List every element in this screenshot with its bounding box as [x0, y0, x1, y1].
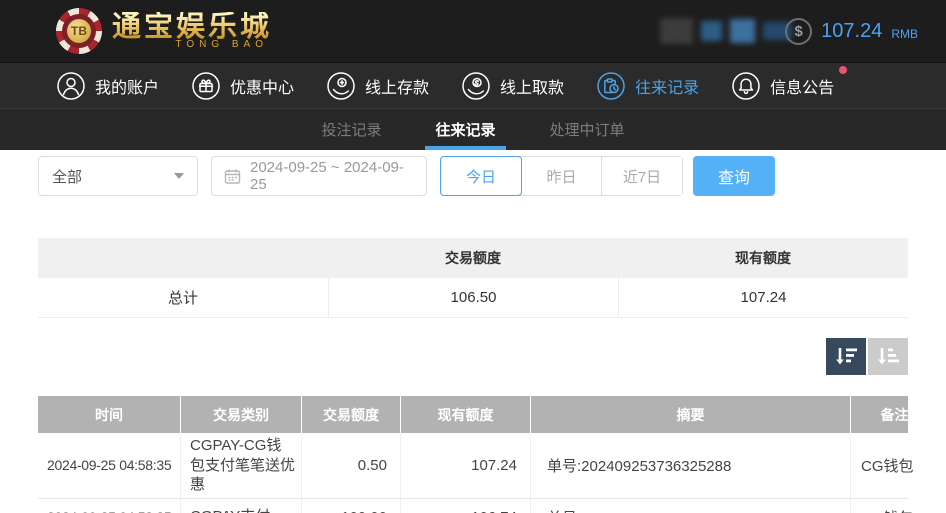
col-header-amount: 交易额度	[301, 396, 400, 433]
table-row: 2024-09-25 04:58:35 CGPAY-CG钱包支付笔笔送优惠 0.…	[38, 433, 908, 499]
records-table: 时间 交易类别 交易额度 现有额度 摘要 备注 2024-09-25 04:58…	[38, 396, 908, 513]
search-button[interactable]: 查询	[693, 156, 775, 196]
summary-total-label: 总计	[38, 278, 328, 317]
calendar-icon	[224, 168, 241, 185]
redacted-block	[730, 19, 755, 43]
cell-balance: 107.24	[400, 433, 530, 498]
logo-text: 通宝娱乐城 TONG BAO	[112, 12, 272, 50]
quick-range-group: 今日 昨日 近7日	[440, 156, 683, 196]
summary-table: 交易额度 现有额度 总计 106.50 107.24	[38, 238, 908, 318]
type-select[interactable]: 全部	[38, 156, 198, 196]
nav-label: 线上取款	[500, 74, 564, 98]
chip-label: TB	[67, 19, 91, 43]
nav-label: 线上存款	[365, 74, 429, 98]
site-logo[interactable]: TB 通宝娱乐城 TONG BAO	[56, 8, 272, 54]
summary-header-row: 交易额度 现有额度	[38, 238, 908, 278]
cell-note: CG钱包	[850, 499, 938, 513]
range-today-button[interactable]: 今日	[440, 156, 522, 196]
summary-total-row: 总计 106.50 107.24	[38, 278, 908, 318]
redacted-block	[701, 21, 722, 41]
cell-amount: 0.50	[301, 433, 400, 498]
sort-ascending-icon	[876, 346, 900, 367]
sort-descending-button[interactable]	[826, 338, 866, 375]
balance-currency: RMB	[891, 27, 918, 41]
cell-category: CGPAY-CG钱包支付笔笔送优惠	[180, 433, 301, 498]
subtab-label: 处理中订单	[550, 119, 625, 140]
tab-pending-orders[interactable]: 处理中订单	[540, 109, 635, 150]
type-select-value: 全部	[52, 166, 82, 187]
date-range-input[interactable]: 2024-09-25 ~ 2024-09-25	[211, 156, 427, 196]
balance-amount: 107.24	[821, 20, 882, 43]
cell-category: CGPAY支付	[180, 499, 301, 513]
range-label: 昨日	[546, 166, 576, 187]
nav-item-my-account[interactable]: 我的账户	[56, 71, 159, 101]
cell-note: CG钱包	[850, 433, 938, 498]
dollar-circle-icon: $	[785, 18, 812, 45]
withdraw-coin-icon	[461, 71, 491, 101]
summary-header-transaction-amount: 交易额度	[328, 248, 618, 268]
sort-controls	[38, 338, 908, 375]
nav-label: 往来记录	[635, 74, 699, 98]
cell-time: 2024-09-25 04:58:35	[38, 433, 180, 498]
records-clipboard-icon	[596, 71, 626, 101]
summary-balance-total: 107.24	[618, 278, 908, 317]
table-row: 2024-09-25 04:58:35 CGPAY支付 100.00 106.7…	[38, 499, 908, 513]
summary-header-current-balance: 现有额度	[618, 248, 908, 268]
nav-item-transaction-records[interactable]: 往来记录	[596, 71, 699, 101]
sort-descending-icon	[834, 346, 858, 367]
records-header-row: 时间 交易类别 交易额度 现有额度 摘要 备注	[38, 396, 908, 433]
range-label: 今日	[466, 166, 496, 187]
range-yesterday-button[interactable]: 昨日	[522, 157, 602, 195]
sort-ascending-button[interactable]	[868, 338, 908, 375]
cell-summary: 单号:202409253736325288	[530, 499, 850, 513]
user-icon	[56, 71, 86, 101]
main-navigation: 我的账户 优惠中心 线上存款 线上取款 往来记录 信息公告	[0, 62, 946, 108]
deposit-coin-icon	[326, 71, 356, 101]
nav-label: 我的账户	[95, 74, 159, 98]
site-title: 通宝娱乐城	[112, 12, 272, 42]
tab-betting-records[interactable]: 投注记录	[311, 109, 391, 150]
col-header-time: 时间	[38, 396, 180, 433]
record-subtabs: 投注记录 往来记录 处理中订单	[0, 108, 946, 150]
col-header-summary: 摘要	[530, 396, 850, 433]
chevron-down-icon	[174, 173, 184, 179]
col-header-category: 交易类别	[180, 396, 301, 433]
bell-icon	[731, 71, 761, 101]
date-range-value: 2024-09-25 ~ 2024-09-25	[250, 159, 414, 193]
redacted-block	[660, 18, 693, 44]
cell-summary: 单号:202409253736325288	[530, 433, 850, 498]
main-content: 全部 2024-09-25 ~ 2024-09-25 今日 昨日 近7日 查询 …	[0, 156, 946, 513]
range-label: 近7日	[623, 166, 661, 187]
cell-time: 2024-09-25 04:58:35	[38, 499, 180, 513]
nav-label: 信息公告	[770, 74, 834, 98]
nav-item-withdraw[interactable]: 线上取款	[461, 71, 564, 101]
nav-item-announcements[interactable]: 信息公告	[731, 71, 834, 101]
tab-transaction-records[interactable]: 往来记录	[425, 109, 505, 150]
username-redacted	[660, 17, 792, 45]
subtab-label: 投注记录	[321, 119, 381, 140]
top-header-bar: TB 通宝娱乐城 TONG BAO $ 107.24 RMB	[0, 0, 946, 62]
col-header-balance: 现有额度	[400, 396, 530, 433]
nav-item-deposit[interactable]: 线上存款	[326, 71, 429, 101]
summary-transaction-total: 106.50	[328, 278, 618, 317]
gift-icon	[191, 71, 221, 101]
filter-row: 全部 2024-09-25 ~ 2024-09-25 今日 昨日 近7日 查询	[38, 156, 908, 196]
cell-amount: 100.00	[301, 499, 400, 513]
col-header-note: 备注	[850, 396, 938, 433]
account-balance[interactable]: $ 107.24 RMB	[785, 0, 918, 62]
poker-chip-logo-icon: TB	[56, 8, 102, 54]
nav-label: 优惠中心	[230, 74, 294, 98]
site-subtitle: TONG BAO	[175, 39, 272, 50]
notification-dot	[839, 66, 847, 74]
range-last7days-button[interactable]: 近7日	[602, 157, 682, 195]
nav-item-promotions[interactable]: 优惠中心	[191, 71, 294, 101]
subtab-label: 往来记录	[435, 119, 495, 140]
cell-balance: 106.74	[400, 499, 530, 513]
